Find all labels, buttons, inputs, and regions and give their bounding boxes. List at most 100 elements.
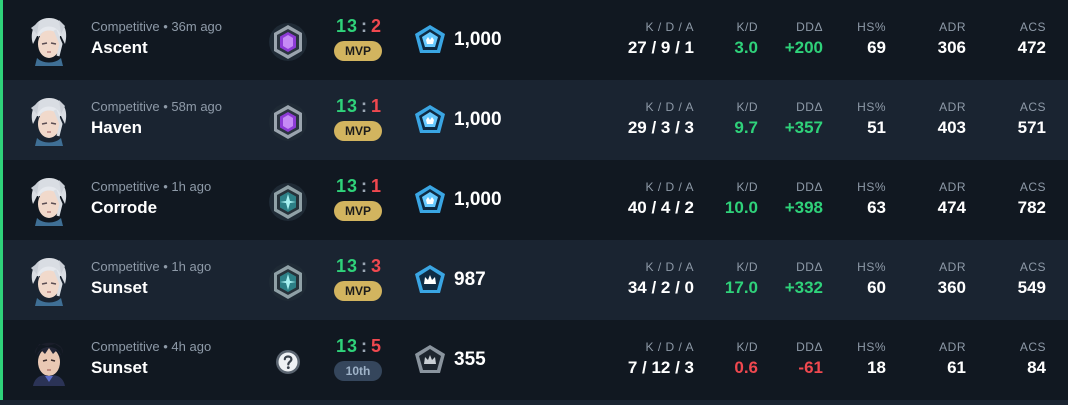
- match-row[interactable]: Competitive • 1h ago Corrode 13:1 MVP 1,…: [0, 160, 1068, 240]
- stat-dd-value: +357: [784, 118, 823, 137]
- stat-hs-label: HS%: [857, 340, 886, 354]
- stat-kd-value: 3.0: [734, 38, 758, 57]
- rank-rating-value: 1,000: [454, 189, 502, 210]
- stat-hs-value: 69: [867, 38, 886, 57]
- performance-badge: MVP: [334, 41, 382, 61]
- rounds-won: 13: [335, 16, 358, 36]
- stat-hs-value: 51: [867, 118, 886, 137]
- queue-and-time-label: Competitive • 1h ago: [91, 179, 212, 194]
- queue-and-time-label: Competitive • 4h ago: [91, 339, 212, 354]
- stat-kd-label: K/D: [736, 100, 758, 114]
- match-score: 13:3: [321, 256, 397, 277]
- stat-acs-label: ACS: [1019, 180, 1046, 194]
- match-score: 13:1: [321, 176, 397, 197]
- match-row[interactable]: Competitive • 36m ago Ascent 13:2 MVP 1,…: [0, 0, 1068, 80]
- stat-kda-value: 7 / 12 / 3: [627, 358, 694, 377]
- queue-and-time-label: Competitive • 1h ago: [91, 259, 212, 274]
- stat-kd-label: K/D: [736, 340, 758, 354]
- stat-acs-value: 549: [1017, 278, 1046, 297]
- rank-rating-value: 1,000: [454, 109, 502, 130]
- stat-adr-value: 61: [947, 358, 966, 377]
- stat-hs-value: 18: [867, 358, 886, 377]
- match-score: 13:1: [321, 96, 397, 117]
- match-row[interactable]: Competitive • 1h ago Sunset 13:3 MVP 987…: [0, 240, 1068, 320]
- rounds-lost: 2: [371, 16, 383, 36]
- stat-adr-label: ADR: [939, 180, 966, 194]
- rank-rating-value: 355: [454, 349, 486, 370]
- stat-kd-value: 0.6: [734, 358, 758, 377]
- crown-rr-icon-gray: [413, 344, 447, 376]
- stat-dd-value: +398: [784, 198, 823, 217]
- rank-rating-value: 1,000: [454, 29, 502, 50]
- stat-adr-label: ADR: [939, 260, 966, 274]
- stat-adr-value: 360: [937, 278, 966, 297]
- stat-adr-value: 403: [937, 118, 966, 137]
- stat-adr-value: 474: [937, 198, 966, 217]
- stat-kda-value: 29 / 3 / 3: [627, 118, 694, 137]
- performance-badge: MVP: [334, 201, 382, 221]
- stat-acs-value: 84: [1027, 358, 1046, 377]
- stat-hs-label: HS%: [857, 260, 886, 274]
- map-name: Corrode: [91, 198, 158, 217]
- rounds-won: 13: [335, 336, 358, 356]
- match-score: 13:2: [321, 16, 397, 37]
- stat-kda-label: K / D / A: [645, 20, 694, 34]
- map-name: Sunset: [91, 278, 148, 297]
- stat-dd-value: +332: [784, 278, 823, 297]
- score-separator: :: [361, 256, 368, 276]
- stat-acs-value: 571: [1017, 118, 1046, 137]
- rounds-won: 13: [335, 96, 358, 116]
- stat-adr-label: ADR: [939, 100, 966, 114]
- jett-agent-icon: [25, 174, 73, 226]
- stat-kd-value: 9.7: [734, 118, 758, 137]
- stat-kda-value: 27 / 9 / 1: [627, 38, 694, 57]
- map-name: Ascent: [91, 38, 148, 57]
- stat-kda-label: K / D / A: [645, 180, 694, 194]
- stat-kd-value: 10.0: [724, 198, 758, 217]
- performance-badge: MVP: [334, 121, 382, 141]
- stat-kd-label: K/D: [736, 180, 758, 194]
- score-separator: :: [361, 96, 368, 116]
- match-row[interactable]: Competitive • 58m ago Haven 13:1 MVP 1,0…: [0, 80, 1068, 160]
- stat-acs-value: 472: [1017, 38, 1046, 57]
- ascendant-rank-icon: [268, 102, 308, 142]
- stat-hs-label: HS%: [857, 180, 886, 194]
- stat-dd-label: DDΔ: [796, 180, 823, 194]
- stat-hs-label: HS%: [857, 100, 886, 114]
- stat-dd-label: DDΔ: [796, 260, 823, 274]
- score-separator: :: [361, 176, 368, 196]
- rank-rating-value: 987: [454, 269, 486, 290]
- rounds-won: 13: [335, 256, 358, 276]
- match-row[interactable]: Competitive • 4h ago Sunset 13:5 10th 35…: [0, 320, 1068, 400]
- stat-kda-label: K / D / A: [645, 100, 694, 114]
- radiant-rr-icon: [413, 184, 447, 216]
- stat-hs-value: 63: [867, 198, 886, 217]
- stat-dd-label: DDΔ: [796, 340, 823, 354]
- map-name: Haven: [91, 118, 143, 137]
- radiant-rr-icon: [413, 104, 447, 136]
- immortal-rank-icon: [268, 182, 308, 222]
- map-name: Sunset: [91, 358, 148, 377]
- radiant-rr-icon: [413, 24, 447, 56]
- score-separator: :: [361, 16, 368, 36]
- jett-agent-icon: [25, 254, 73, 306]
- immortal-rank-icon: [268, 262, 308, 302]
- yoru-agent-icon: [25, 334, 73, 386]
- stat-acs-label: ACS: [1019, 100, 1046, 114]
- stat-dd-label: DDΔ: [796, 20, 823, 34]
- match-score: 13:5: [321, 336, 397, 357]
- queue-and-time-label: Competitive • 58m ago: [91, 99, 223, 114]
- stat-dd-value: -61: [798, 358, 823, 377]
- stat-adr-value: 306: [937, 38, 966, 57]
- stat-adr-label: ADR: [939, 340, 966, 354]
- stat-kda-label: K / D / A: [645, 340, 694, 354]
- performance-badge: 10th: [334, 361, 382, 381]
- stat-hs-label: HS%: [857, 20, 886, 34]
- rounds-lost: 3: [371, 256, 383, 276]
- stat-dd-value: +200: [784, 38, 823, 57]
- stat-acs-value: 782: [1017, 198, 1046, 217]
- jett-agent-icon: [25, 94, 73, 146]
- list-bottom-edge: [0, 400, 1068, 405]
- stat-acs-label: ACS: [1019, 340, 1046, 354]
- jett-agent-icon: [25, 14, 73, 66]
